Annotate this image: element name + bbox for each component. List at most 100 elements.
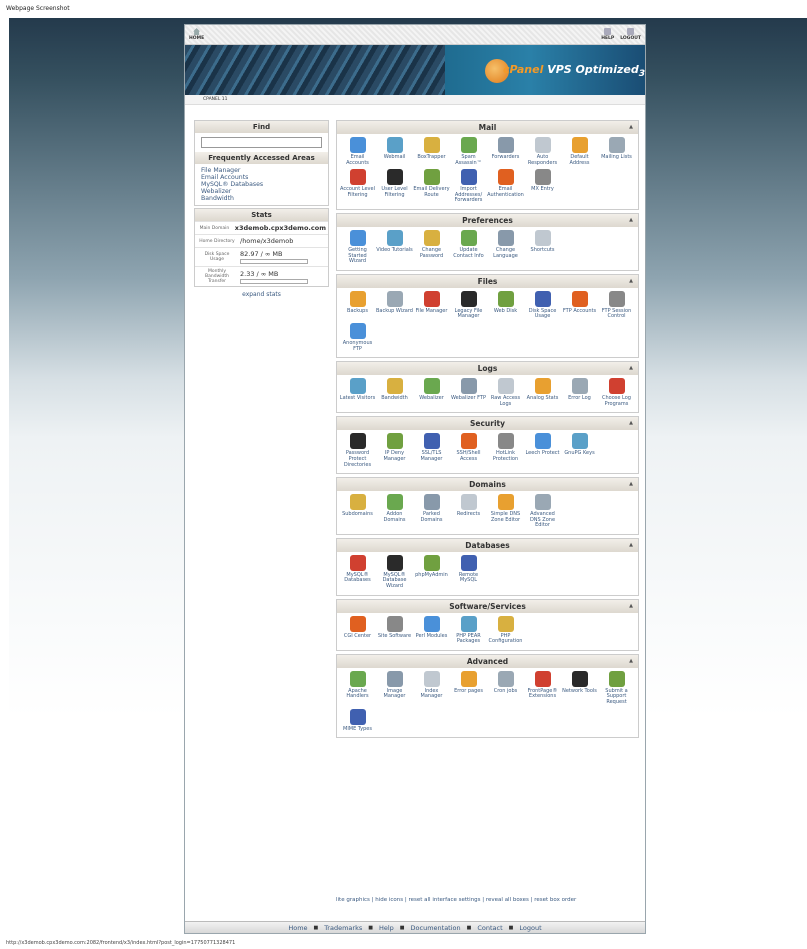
collapse-icon[interactable]: ▲: [629, 278, 633, 284]
section-header[interactable]: Mail ▲: [337, 121, 638, 134]
section-header[interactable]: Logs ▲: [337, 362, 638, 376]
find-input[interactable]: [201, 137, 322, 148]
feature-link[interactable]: Email Accounts: [339, 137, 376, 166]
feature-link[interactable]: Webalizer: [413, 378, 450, 407]
feature-link[interactable]: Backup Wizard: [376, 290, 413, 320]
feature-link[interactable]: Getting Started Wizard: [339, 229, 376, 265]
feature-link[interactable]: User Level Filtering: [376, 169, 413, 204]
feature-link[interactable]: Cron jobs: [487, 670, 524, 706]
feature-link[interactable]: MX Entry: [524, 169, 561, 204]
feature-link[interactable]: Redirects: [450, 494, 487, 529]
frequent-link[interactable]: Webalizer: [201, 188, 322, 195]
feature-link[interactable]: Choose Log Programs: [598, 378, 635, 407]
feature-link[interactable]: HotLink Protection: [487, 433, 524, 468]
feature-link[interactable]: Update Contact Info: [450, 229, 487, 265]
feature-link[interactable]: Default Address: [561, 137, 598, 166]
feature-link[interactable]: Latest Visitors: [339, 378, 376, 407]
expand-stats-link[interactable]: expand stats: [194, 291, 329, 298]
stats-header[interactable]: Stats: [195, 209, 328, 221]
section-header[interactable]: Domains ▲: [337, 478, 638, 492]
section-header[interactable]: Databases ▲: [337, 538, 638, 552]
feature-link[interactable]: Change Language: [487, 229, 524, 265]
section-header[interactable]: Advanced ▲: [337, 654, 638, 668]
feature-link[interactable]: MIME Types: [339, 708, 376, 733]
feature-link[interactable]: Spam Assassin™: [450, 137, 487, 166]
feature-link[interactable]: Network Tools: [561, 670, 598, 706]
feature-link[interactable]: Forwarders: [487, 137, 524, 166]
feature-link[interactable]: Site Software: [376, 615, 413, 645]
section-header[interactable]: Preferences ▲: [337, 213, 638, 227]
collapse-icon[interactable]: ▲: [629, 603, 633, 609]
feature-link[interactable]: Index Manager: [413, 670, 450, 706]
collapse-icon[interactable]: ▲: [629, 124, 633, 130]
collapse-icon[interactable]: ▲: [629, 217, 633, 223]
home-button[interactable]: HOME: [189, 28, 204, 41]
feature-link[interactable]: Shortcuts: [524, 229, 561, 265]
interface-options[interactable]: lite graphics | hide icons | reset all i…: [336, 897, 636, 904]
feature-link[interactable]: File Manager: [413, 290, 450, 320]
feature-link[interactable]: phpMyAdmin: [413, 554, 450, 590]
help-button[interactable]: HELP: [601, 28, 614, 41]
feature-link[interactable]: Account Level Filtering: [339, 169, 376, 204]
feature-link[interactable]: Advanced DNS Zone Editor: [524, 494, 561, 529]
feature-link[interactable]: PHP Configuration: [487, 615, 524, 645]
nav-link[interactable]: Help: [379, 924, 394, 932]
feature-link[interactable]: Web Disk: [487, 290, 524, 320]
feature-link[interactable]: Addon Domains: [376, 494, 413, 529]
feature-link[interactable]: Bandwidth: [376, 378, 413, 407]
feature-link[interactable]: PHP PEAR Packages: [450, 615, 487, 645]
feature-link[interactable]: Password Protect Directories: [339, 433, 376, 468]
feature-link[interactable]: Webmail: [376, 137, 413, 166]
feature-link[interactable]: MySQL® Database Wizard: [376, 554, 413, 590]
feature-link[interactable]: Anonymous FTP: [339, 322, 376, 352]
feature-link[interactable]: CGI Center: [339, 615, 376, 645]
feature-link[interactable]: MySQL® Databases: [339, 554, 376, 590]
nav-link[interactable]: Trademarks: [324, 924, 362, 932]
feature-link[interactable]: Simple DNS Zone Editor: [487, 494, 524, 529]
collapse-icon[interactable]: ▲: [629, 542, 633, 548]
feature-link[interactable]: Perl Modules: [413, 615, 450, 645]
feature-link[interactable]: FTP Session Control: [598, 290, 635, 320]
feature-link[interactable]: Auto Responders: [524, 137, 561, 166]
feature-link[interactable]: Submit a Support Request: [598, 670, 635, 706]
frequent-link[interactable]: MySQL® Databases: [201, 181, 322, 188]
collapse-icon[interactable]: ▲: [629, 365, 633, 371]
logout-button[interactable]: LOGOUT: [620, 28, 641, 41]
feature-link[interactable]: Remote MySQL: [450, 554, 487, 590]
frequent-link[interactable]: File Manager: [201, 167, 322, 174]
feature-link[interactable]: GnuPG Keys: [561, 433, 598, 468]
feature-link[interactable]: SSL/TLS Manager: [413, 433, 450, 468]
feature-link[interactable]: Mailing Lists: [598, 137, 635, 166]
feature-link[interactable]: Analog Stats: [524, 378, 561, 407]
feature-link[interactable]: Webalizer FTP: [450, 378, 487, 407]
feature-link[interactable]: Email Delivery Route: [413, 169, 450, 204]
feature-link[interactable]: Parked Domains: [413, 494, 450, 529]
feature-link[interactable]: Apache Handlers: [339, 670, 376, 706]
feature-link[interactable]: IP Deny Manager: [376, 433, 413, 468]
nav-link[interactable]: Logout: [519, 924, 541, 932]
nav-link[interactable]: Contact: [477, 924, 502, 932]
section-header[interactable]: Software/Services ▲: [337, 599, 638, 613]
collapse-icon[interactable]: ▲: [629, 420, 633, 426]
feature-link[interactable]: Email Authentication: [487, 169, 524, 204]
collapse-icon[interactable]: ▲: [629, 658, 633, 664]
feature-link[interactable]: Backups: [339, 290, 376, 320]
feature-link[interactable]: Error pages: [450, 670, 487, 706]
nav-link[interactable]: Home: [288, 924, 307, 932]
feature-link[interactable]: FrontPage® Extensions: [524, 670, 561, 706]
feature-link[interactable]: Leech Protect: [524, 433, 561, 468]
section-header[interactable]: Security ▲: [337, 417, 638, 431]
section-header[interactable]: Files ▲: [337, 274, 638, 288]
nav-link[interactable]: Documentation: [411, 924, 461, 932]
feature-link[interactable]: FTP Accounts: [561, 290, 598, 320]
frequent-link[interactable]: Bandwidth: [201, 195, 322, 202]
collapse-icon[interactable]: ▲: [629, 481, 633, 487]
feature-link[interactable]: Image Manager: [376, 670, 413, 706]
feature-link[interactable]: Video Tutorials: [376, 229, 413, 265]
feature-link[interactable]: BoxTrapper: [413, 137, 450, 166]
feature-link[interactable]: Subdomains: [339, 494, 376, 529]
feature-link[interactable]: Legacy File Manager: [450, 290, 487, 320]
feature-link[interactable]: Change Password: [413, 229, 450, 265]
frequent-link[interactable]: Email Accounts: [201, 174, 322, 181]
feature-link[interactable]: Raw Access Logs: [487, 378, 524, 407]
